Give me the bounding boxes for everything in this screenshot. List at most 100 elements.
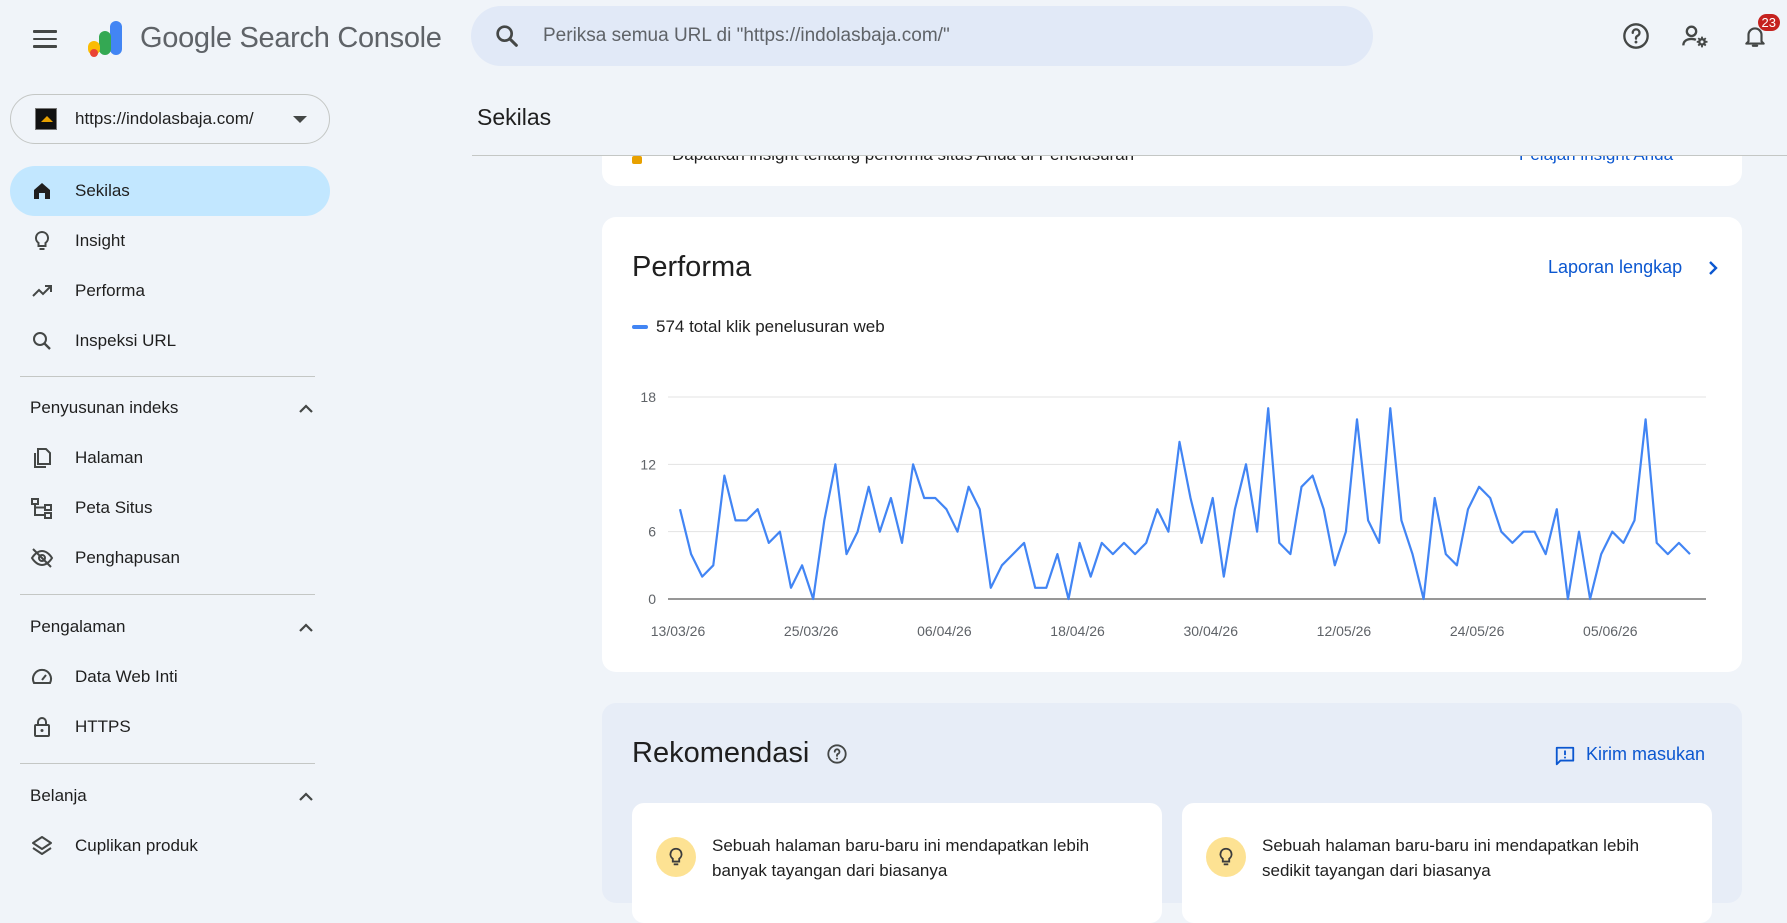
- app-name-product: Search Console: [231, 22, 442, 54]
- sidebar-item-label: HTTPS: [75, 717, 131, 736]
- insight-link[interactable]: Pelajari insight Anda: [1519, 156, 1673, 165]
- chevron-up-icon: [299, 792, 313, 801]
- sidebar-item-performance[interactable]: Performa: [10, 266, 330, 316]
- send-feedback-label: Kirim masukan: [1586, 744, 1706, 764]
- sidebar-item-product-snippets[interactable]: Cuplikan produk: [10, 821, 330, 871]
- y-tick-label: 0: [648, 591, 656, 607]
- sidebar-item-removals[interactable]: Penghapusan: [10, 533, 330, 583]
- menu-icon-line: [33, 45, 57, 48]
- legend-swatch: [632, 325, 648, 329]
- manage-users-icon: [1682, 25, 1708, 48]
- y-tick-label: 18: [640, 389, 656, 405]
- sidebar-item-insights[interactable]: Insight: [10, 216, 330, 266]
- lightbulb-icon: [656, 837, 696, 877]
- feedback-icon: [1555, 746, 1575, 766]
- recommendation-text: Sebuah halaman baru-baru ini mendapatkan…: [712, 836, 1090, 880]
- help-icon[interactable]: [826, 743, 848, 765]
- search-icon: [33, 332, 51, 350]
- sidebar-divider: [20, 376, 315, 377]
- sidebar-item-label: Inspeksi URL: [75, 331, 177, 350]
- app-name[interactable]: Google Search Console: [140, 22, 442, 55]
- sidebar-item-label: Data Web Inti: [75, 667, 178, 686]
- performance-chart[interactable]: 0 6 12 18 13/03/26 25/03/26 06/04/26 18/04/26 30…: [602, 347, 1742, 647]
- sidebar-divider: [20, 594, 315, 595]
- notifications-button[interactable]: 23: [1737, 14, 1780, 54]
- top-bar: Google Search Console Periksa semua URL …: [0, 0, 1787, 76]
- sidebar-item-label: Peta Situs: [75, 498, 153, 517]
- insight-text: Dapatkan insight tentang performa situs …: [672, 156, 1134, 165]
- main-menu-button[interactable]: [28, 22, 62, 56]
- help-button[interactable]: [1618, 18, 1654, 54]
- section-title: Pengalaman: [30, 617, 126, 636]
- search-input[interactable]: Periksa semua URL di "https://indolasbaj…: [543, 25, 950, 47]
- full-report-link[interactable]: Laporan lengkap: [1548, 257, 1682, 278]
- section-shopping-toggle[interactable]: Belanja: [10, 774, 320, 818]
- search-console-logo-icon: [88, 21, 122, 57]
- x-tick-label: 06/04/26: [917, 623, 972, 639]
- sidebar-divider: [20, 763, 315, 764]
- x-tick-label: 18/04/26: [1050, 623, 1105, 639]
- notifications-badge: 23: [1757, 14, 1780, 31]
- recommendations-card: Rekomendasi Kirim masukan Sebuah halaman…: [602, 703, 1742, 923]
- help-icon: [1623, 23, 1649, 49]
- y-tick-label: 12: [640, 456, 656, 472]
- section-indexing-toggle[interactable]: Penyusunan indeks: [10, 386, 320, 430]
- x-tick-label: 25/03/26: [784, 623, 839, 639]
- series-line: [678, 407, 1691, 601]
- recommendation-item[interactable]: Sebuah halaman baru-baru ini mendapatkan…: [1182, 803, 1712, 923]
- trending-up-icon: [32, 285, 52, 297]
- speed-icon: [32, 668, 52, 684]
- search-icon[interactable]: [493, 22, 521, 50]
- recommendations-title: Rekomendasi: [632, 737, 810, 769]
- sidebar-item-label: Cuplikan produk: [75, 836, 198, 855]
- sidebar-item-label: Halaman: [75, 448, 144, 467]
- x-tick-label: 30/04/26: [1183, 623, 1238, 639]
- x-tick-label: 13/03/26: [651, 623, 706, 639]
- insight-icon: [632, 156, 642, 164]
- performance-title: Performa: [632, 251, 752, 283]
- chevron-up-icon: [299, 623, 313, 632]
- manage-users-button[interactable]: [1677, 18, 1713, 54]
- sidebar-item-url-inspection[interactable]: Inspeksi URL: [10, 316, 330, 366]
- property-selector[interactable]: https://indolasbaja.com/: [10, 94, 330, 144]
- sidebar-item-pages[interactable]: Halaman: [10, 433, 330, 483]
- insight-banner: Dapatkan insight tentang performa situs …: [602, 156, 1742, 186]
- chevron-up-icon: [299, 404, 313, 413]
- lightbulb-icon: [34, 230, 50, 250]
- x-tick-label: 24/05/26: [1450, 623, 1505, 639]
- performance-card: Performa Laporan lengkap 574 total klik …: [602, 217, 1742, 672]
- sidebar-item-sitemaps[interactable]: Peta Situs: [10, 483, 330, 533]
- sitemap-icon: [31, 498, 52, 519]
- page-title: Sekilas: [477, 104, 552, 130]
- sidebar: https://indolasbaja.com/ Sekilas Insight…: [0, 76, 340, 893]
- sidebar-item-label: Sekilas: [75, 181, 130, 200]
- legend-label: 574 total klik penelusuran web: [656, 317, 885, 336]
- recommendation-item[interactable]: Sebuah halaman baru-baru ini mendapatkan…: [632, 803, 1162, 923]
- sidebar-item-label: Performa: [75, 281, 145, 300]
- app-name-google: Google: [140, 22, 232, 54]
- section-experience-toggle[interactable]: Pengalaman: [10, 605, 320, 649]
- x-tick-label: 05/06/26: [1583, 623, 1638, 639]
- sidebar-item-label: Penghapusan: [75, 548, 180, 567]
- chevron-right-icon[interactable]: [1706, 259, 1720, 277]
- x-tick-label: 12/05/26: [1317, 623, 1372, 639]
- recommendation-text: Sebuah halaman baru-baru ini mendapatkan…: [1262, 836, 1640, 880]
- section-title: Penyusunan indeks: [30, 398, 179, 417]
- sidebar-item-https[interactable]: HTTPS: [10, 702, 330, 752]
- pages-icon: [34, 448, 51, 468]
- sidebar-item-label: Insight: [75, 231, 126, 250]
- lock-icon: [34, 717, 50, 737]
- lightbulb-icon: [1206, 837, 1246, 877]
- menu-icon-line: [33, 37, 57, 41]
- y-tick-label: 6: [648, 524, 656, 540]
- property-url: https://indolasbaja.com/: [75, 109, 254, 128]
- dropdown-arrow-icon: [293, 116, 307, 123]
- layers-icon: [32, 836, 52, 855]
- section-title: Belanja: [30, 786, 87, 805]
- sidebar-item-core-web-vitals[interactable]: Data Web Inti: [10, 652, 330, 702]
- property-favicon: [35, 108, 57, 130]
- menu-icon-line: [33, 30, 57, 33]
- visibility-off-icon: [30, 548, 54, 568]
- sidebar-item-overview[interactable]: Sekilas: [10, 166, 330, 216]
- url-inspection-search[interactable]: Periksa semua URL di "https://indolasbaj…: [471, 6, 1373, 66]
